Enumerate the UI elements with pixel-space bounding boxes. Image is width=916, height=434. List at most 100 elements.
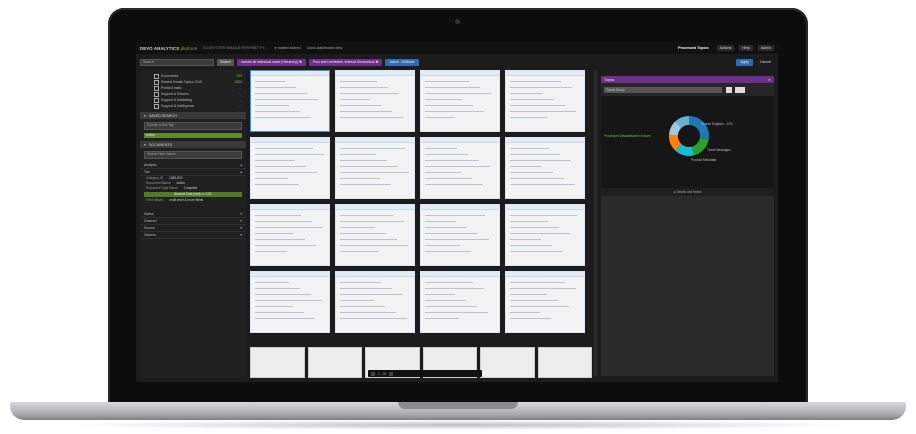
group-tab[interactable]: Tab ▴: [140, 169, 246, 176]
document-thumbnail[interactable]: [335, 137, 415, 199]
thumbnail-line: [340, 312, 396, 314]
chart-label: Processed Dissatisfaction Issues: [604, 134, 651, 138]
edit-icon[interactable]: [726, 87, 733, 93]
page-range: 1 - 25: [378, 371, 387, 376]
saved-search-active[interactable]: Active: [144, 133, 242, 138]
topics-select[interactable]: Topics Group: [604, 87, 722, 93]
grid-scrollbar[interactable]: [594, 70, 597, 376]
prev-page-icon[interactable]: [371, 371, 375, 376]
actions-button[interactable]: Actions: [716, 45, 735, 51]
checkbox-icon[interactable]: [154, 91, 159, 97]
thumbnail-line: [255, 117, 311, 119]
filter-chip-3[interactable]: Active - Whitelist: [385, 58, 419, 66]
thumbnail-line: [425, 99, 462, 101]
thumbnail-line: [425, 282, 473, 284]
breadcrumb[interactable]: ECOSYSTEM EMAILS INTERNET FY ...: [203, 46, 268, 50]
empty-panel-area: [601, 196, 774, 376]
document-thumbnail[interactable]: [250, 137, 330, 199]
document-thumbnail[interactable]: [307, 347, 362, 378]
thumbnail-line: [340, 288, 392, 290]
document-thumbnail[interactable]: [250, 70, 330, 132]
saved-search-input[interactable]: Choose a Sort Tag: [144, 122, 242, 130]
project-label[interactable]: Processed Topics: [675, 45, 712, 51]
field-row: Document Type Name Complete: [146, 186, 198, 190]
group-source[interactable]: Source ▾: [140, 225, 246, 232]
breadcrumb-view[interactable]: Cross-dashboard view: [307, 46, 343, 50]
next-page-icon[interactable]: [389, 371, 394, 376]
filter-chip-1[interactable]: Include all individual users (Hierarchy)…: [236, 58, 306, 66]
thumbnail-line: [340, 148, 405, 150]
thumbnail-line: [425, 300, 466, 302]
thumbnail-line: [510, 239, 541, 241]
thumbnail-line: [510, 282, 565, 284]
checkbox-icon[interactable]: [154, 85, 159, 91]
document-thumbnail[interactable]: [505, 70, 585, 132]
breadcrumb-hosted[interactable]: ● hosted shared: [275, 46, 301, 50]
highlight-field[interactable]: Amount Sold (usd) >= 100: [144, 192, 242, 197]
checkbox-icon[interactable]: [154, 103, 159, 109]
document-thumbnail[interactable]: [420, 271, 500, 333]
document-thumbnail[interactable]: [505, 204, 585, 266]
thumbnail-line: [255, 221, 312, 223]
document-thumbnail[interactable]: [537, 347, 592, 378]
document-thumbnail[interactable]: [250, 204, 330, 266]
chevron-up-icon: ▴: [240, 163, 242, 167]
document-thumbnail[interactable]: [335, 204, 415, 266]
filter-chip-2[interactable]: Pros and Unreliable, Internal Hierarchic…: [308, 58, 383, 66]
apply-button[interactable]: Apply: [736, 58, 753, 66]
document-thumbnail[interactable]: [505, 137, 585, 199]
document-thumbnail[interactable]: [335, 271, 415, 333]
document-thumbnail[interactable]: [480, 347, 535, 378]
close-icon[interactable]: ✕: [768, 78, 771, 82]
sidebar-item[interactable]: Support & Intelligence...: [140, 103, 246, 109]
thumbnail-header: [421, 71, 499, 76]
thumbnail-line: [425, 172, 461, 174]
filter-header[interactable]: ▾ DOCUMENTS: [140, 141, 246, 148]
group-owners[interactable]: Owners ▾: [140, 232, 246, 239]
topics-panel-header: Topics ✕: [601, 76, 774, 83]
toggle-icon[interactable]: [735, 87, 746, 93]
thumbnail-line: [425, 318, 459, 320]
document-thumbnail[interactable]: [250, 271, 330, 333]
thumbnail-header: [421, 138, 499, 143]
laptop-frame: DEVO ANALYTICS platform ECOSYSTEM EMAILS…: [0, 0, 916, 434]
cancel-button[interactable]: Cancel: [757, 59, 774, 66]
thumbnail-line: [340, 99, 370, 101]
document-thumbnail[interactable]: [335, 70, 415, 132]
thumbnail-line: [255, 99, 318, 101]
panel-title: Topics: [604, 77, 615, 82]
document-thumbnail[interactable]: [420, 70, 500, 132]
search-input[interactable]: Search: [140, 58, 214, 66]
document-thumbnail[interactable]: [420, 137, 500, 199]
checkbox-icon[interactable]: [154, 97, 159, 103]
thumbnail-line: [340, 184, 391, 186]
thumbnail-line: [510, 99, 554, 101]
thumbnail-line: [340, 245, 408, 247]
saved-search-header[interactable]: ▾ SAVED SEARCH: [140, 112, 246, 119]
thumbnail-line: [255, 172, 317, 174]
search-button[interactable]: Search: [217, 58, 234, 66]
help-button[interactable]: Help: [739, 45, 753, 51]
details-link[interactable]: ● Details and Notes: [601, 188, 774, 196]
group-status[interactable]: Status ▾: [140, 211, 246, 218]
thumbnail-line: [255, 239, 305, 241]
document-thumbnail[interactable]: [505, 271, 585, 333]
brand-logo[interactable]: DEVO ANALYTICS platform: [140, 46, 197, 51]
document-thumbnail[interactable]: [250, 347, 305, 378]
thumbnail-line: [510, 166, 542, 168]
document-thumbnail[interactable]: [420, 204, 500, 266]
group-analysis[interactable]: Analysis ▴: [140, 162, 246, 169]
chart-label: Product Metadata: [691, 158, 717, 162]
thumbnail-line: [255, 166, 306, 168]
thumbnail-line: [510, 105, 565, 107]
group-channel[interactable]: Channel ▾: [140, 218, 246, 225]
thumbnail-line: [510, 312, 540, 314]
admin-button[interactable]: Admin: [757, 45, 774, 51]
chevron-down-icon: ▾: [240, 212, 242, 216]
thumbnail-line: [425, 221, 456, 223]
filter-input[interactable]: Search Filter Values: [144, 151, 242, 159]
thumbnail-line: [340, 300, 374, 302]
thumbnail-line: [340, 87, 388, 89]
thumbnail-line: [255, 160, 295, 162]
app-screen: DEVO ANALYTICS platform ECOSYSTEM EMAILS…: [136, 42, 778, 382]
